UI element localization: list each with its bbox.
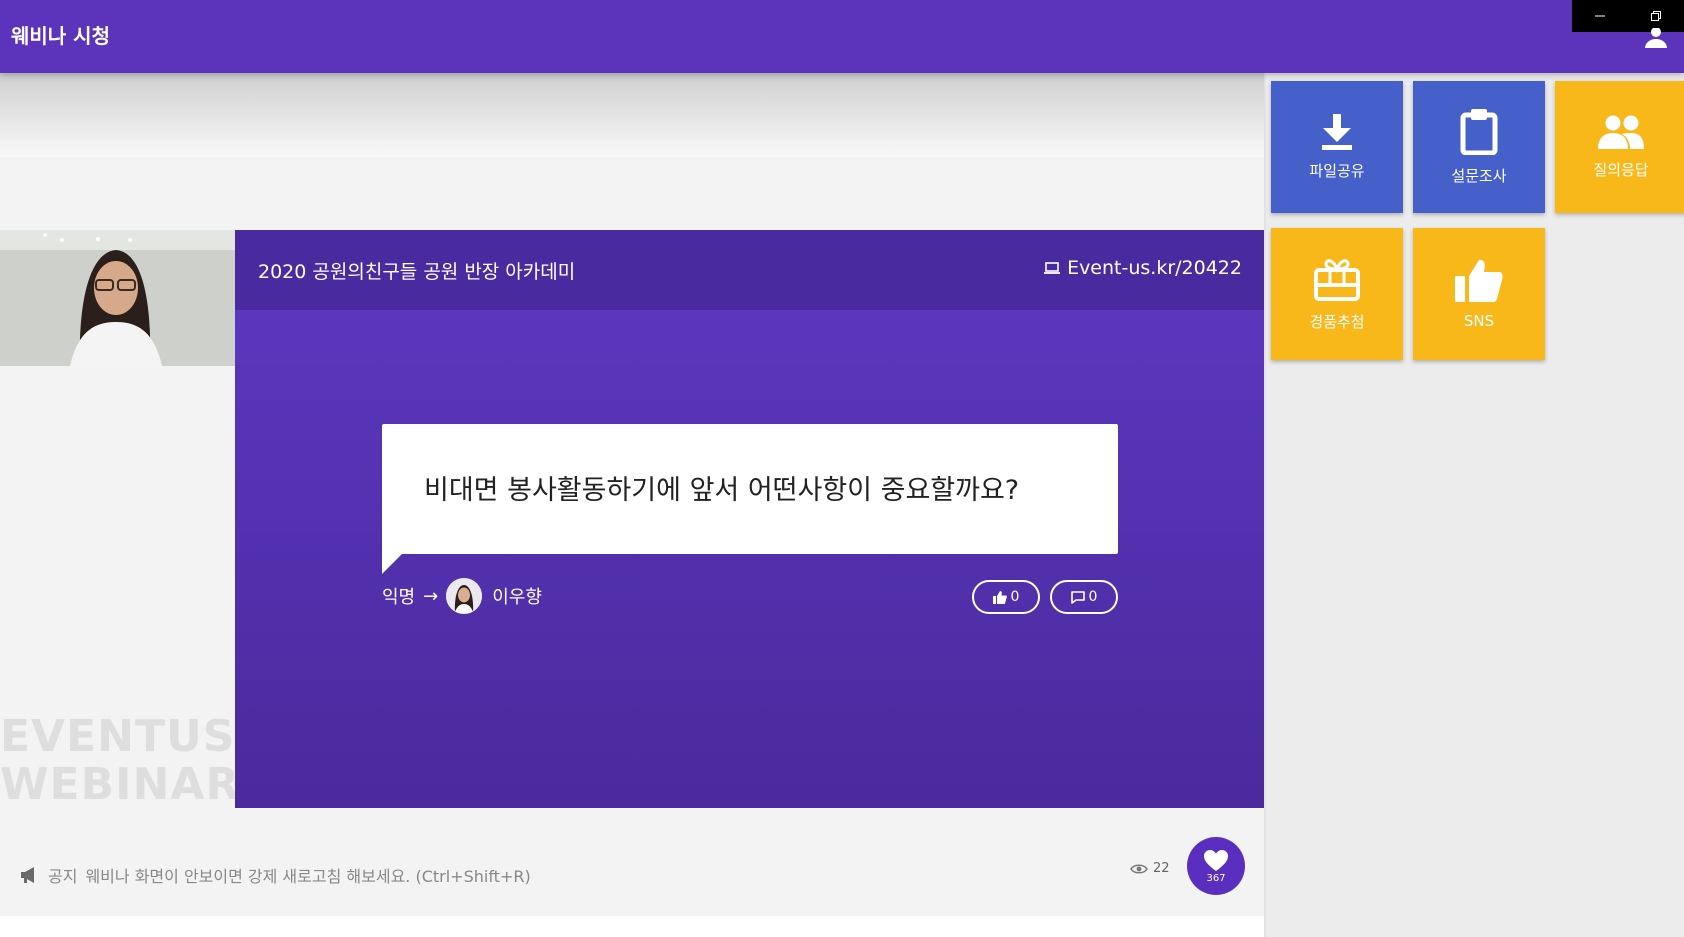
qna-label: 질의응답	[1593, 160, 1649, 179]
stage-bottom-strip	[0, 916, 1264, 937]
download-icon	[1322, 113, 1352, 150]
asker-name: 익명	[382, 587, 416, 608]
sns-label: SNS	[1463, 312, 1495, 330]
avatar	[446, 578, 483, 614]
prize-draw-label: 경품추첨	[1309, 312, 1365, 331]
minimize-icon	[1595, 15, 1605, 17]
prize-draw-tile[interactable]: 경품추첨	[1271, 228, 1403, 360]
thumbs-up-small-icon	[992, 590, 1007, 604]
gift-icon	[1314, 258, 1360, 301]
watermark-line-1: EVENTUS	[0, 711, 236, 762]
arrow-icon: →	[423, 585, 439, 607]
presenter-name: 이우향	[492, 587, 542, 608]
thumbs-up-icon	[1455, 259, 1503, 302]
like-button[interactable]: 0	[972, 580, 1040, 614]
survey-tile[interactable]: 설문조사	[1413, 81, 1545, 213]
comment-count: 0	[1088, 589, 1098, 605]
file-share-label: 파일공유	[1309, 161, 1365, 180]
question-slide: 2020 공원의친구들 공원 반장 아카데미 Event-us.kr/20422…	[235, 230, 1264, 808]
file-share-tile[interactable]: 파일공유	[1271, 81, 1403, 213]
presenter-video-frame	[0, 230, 235, 366]
minimize-button[interactable]	[1572, 0, 1628, 32]
sns-tile[interactable]: SNS	[1413, 228, 1545, 360]
presenter-webcam	[0, 230, 235, 366]
question-text: 비대면 봉사활동하기에 앞서 어떤사항이 중요할까요?	[424, 475, 1020, 506]
question-bubble: 비대면 봉사활동하기에 앞서 어떤사항이 중요할까요?	[382, 424, 1118, 554]
slide-header: 2020 공원의친구들 공원 반장 아카데미 Event-us.kr/20422	[235, 230, 1264, 310]
event-url[interactable]: Event-us.kr/20422	[1043, 257, 1242, 279]
notice-bar: 공지 웨비나 화면이 안보이면 강제 새로고침 해보세요. (Ctrl+Shif…	[20, 863, 531, 887]
feature-panel: 파일공유 설문조사 질의응답 경품추첨 SNS	[1264, 73, 1684, 937]
view-count: 22	[1130, 861, 1170, 876]
heart-count: 367	[1206, 872, 1226, 884]
app-title: 웨비나 시청	[11, 24, 110, 48]
question-bubble-tail	[382, 552, 404, 574]
stage-top-shade	[0, 73, 1264, 157]
heart-icon	[1204, 849, 1228, 871]
megaphone-icon	[21, 867, 34, 883]
eventus-watermark: EVENTUS WEBINAR	[0, 713, 240, 809]
eye-icon	[1130, 864, 1148, 873]
heart-button[interactable]: 367	[1187, 837, 1245, 895]
app-header: 웨비나 시청	[0, 0, 1684, 73]
notice-text: 웨비나 화면이 안보이면 강제 새로고침 해보세요. (Ctrl+Shift+R…	[85, 867, 531, 886]
restore-icon	[1651, 11, 1661, 21]
laptop-icon	[1044, 262, 1061, 274]
comment-button[interactable]: 0	[1050, 580, 1118, 614]
user-icon[interactable]	[1644, 28, 1668, 48]
people-icon	[1598, 115, 1644, 149]
presenter-avatar-image	[446, 578, 483, 614]
question-meta: 익명 → 이우향	[382, 578, 542, 614]
comment-icon	[1070, 590, 1085, 604]
survey-label: 설문조사	[1451, 166, 1507, 185]
watermark-line-2: WEBINAR	[0, 759, 241, 810]
qna-tile[interactable]: 질의응답	[1555, 81, 1684, 213]
event-title: 2020 공원의친구들 공원 반장 아카데미	[258, 261, 576, 283]
notice-label: 공지	[48, 867, 78, 886]
view-count-value: 22	[1153, 861, 1170, 876]
event-url-text: Event-us.kr/20422	[1067, 257, 1242, 279]
webinar-stage: EVENTUS WEBINAR 2020 공원의친구들 공원 반장 아카데미 E…	[0, 73, 1264, 937]
like-count: 0	[1010, 589, 1020, 605]
clipboard-icon	[1460, 108, 1498, 155]
